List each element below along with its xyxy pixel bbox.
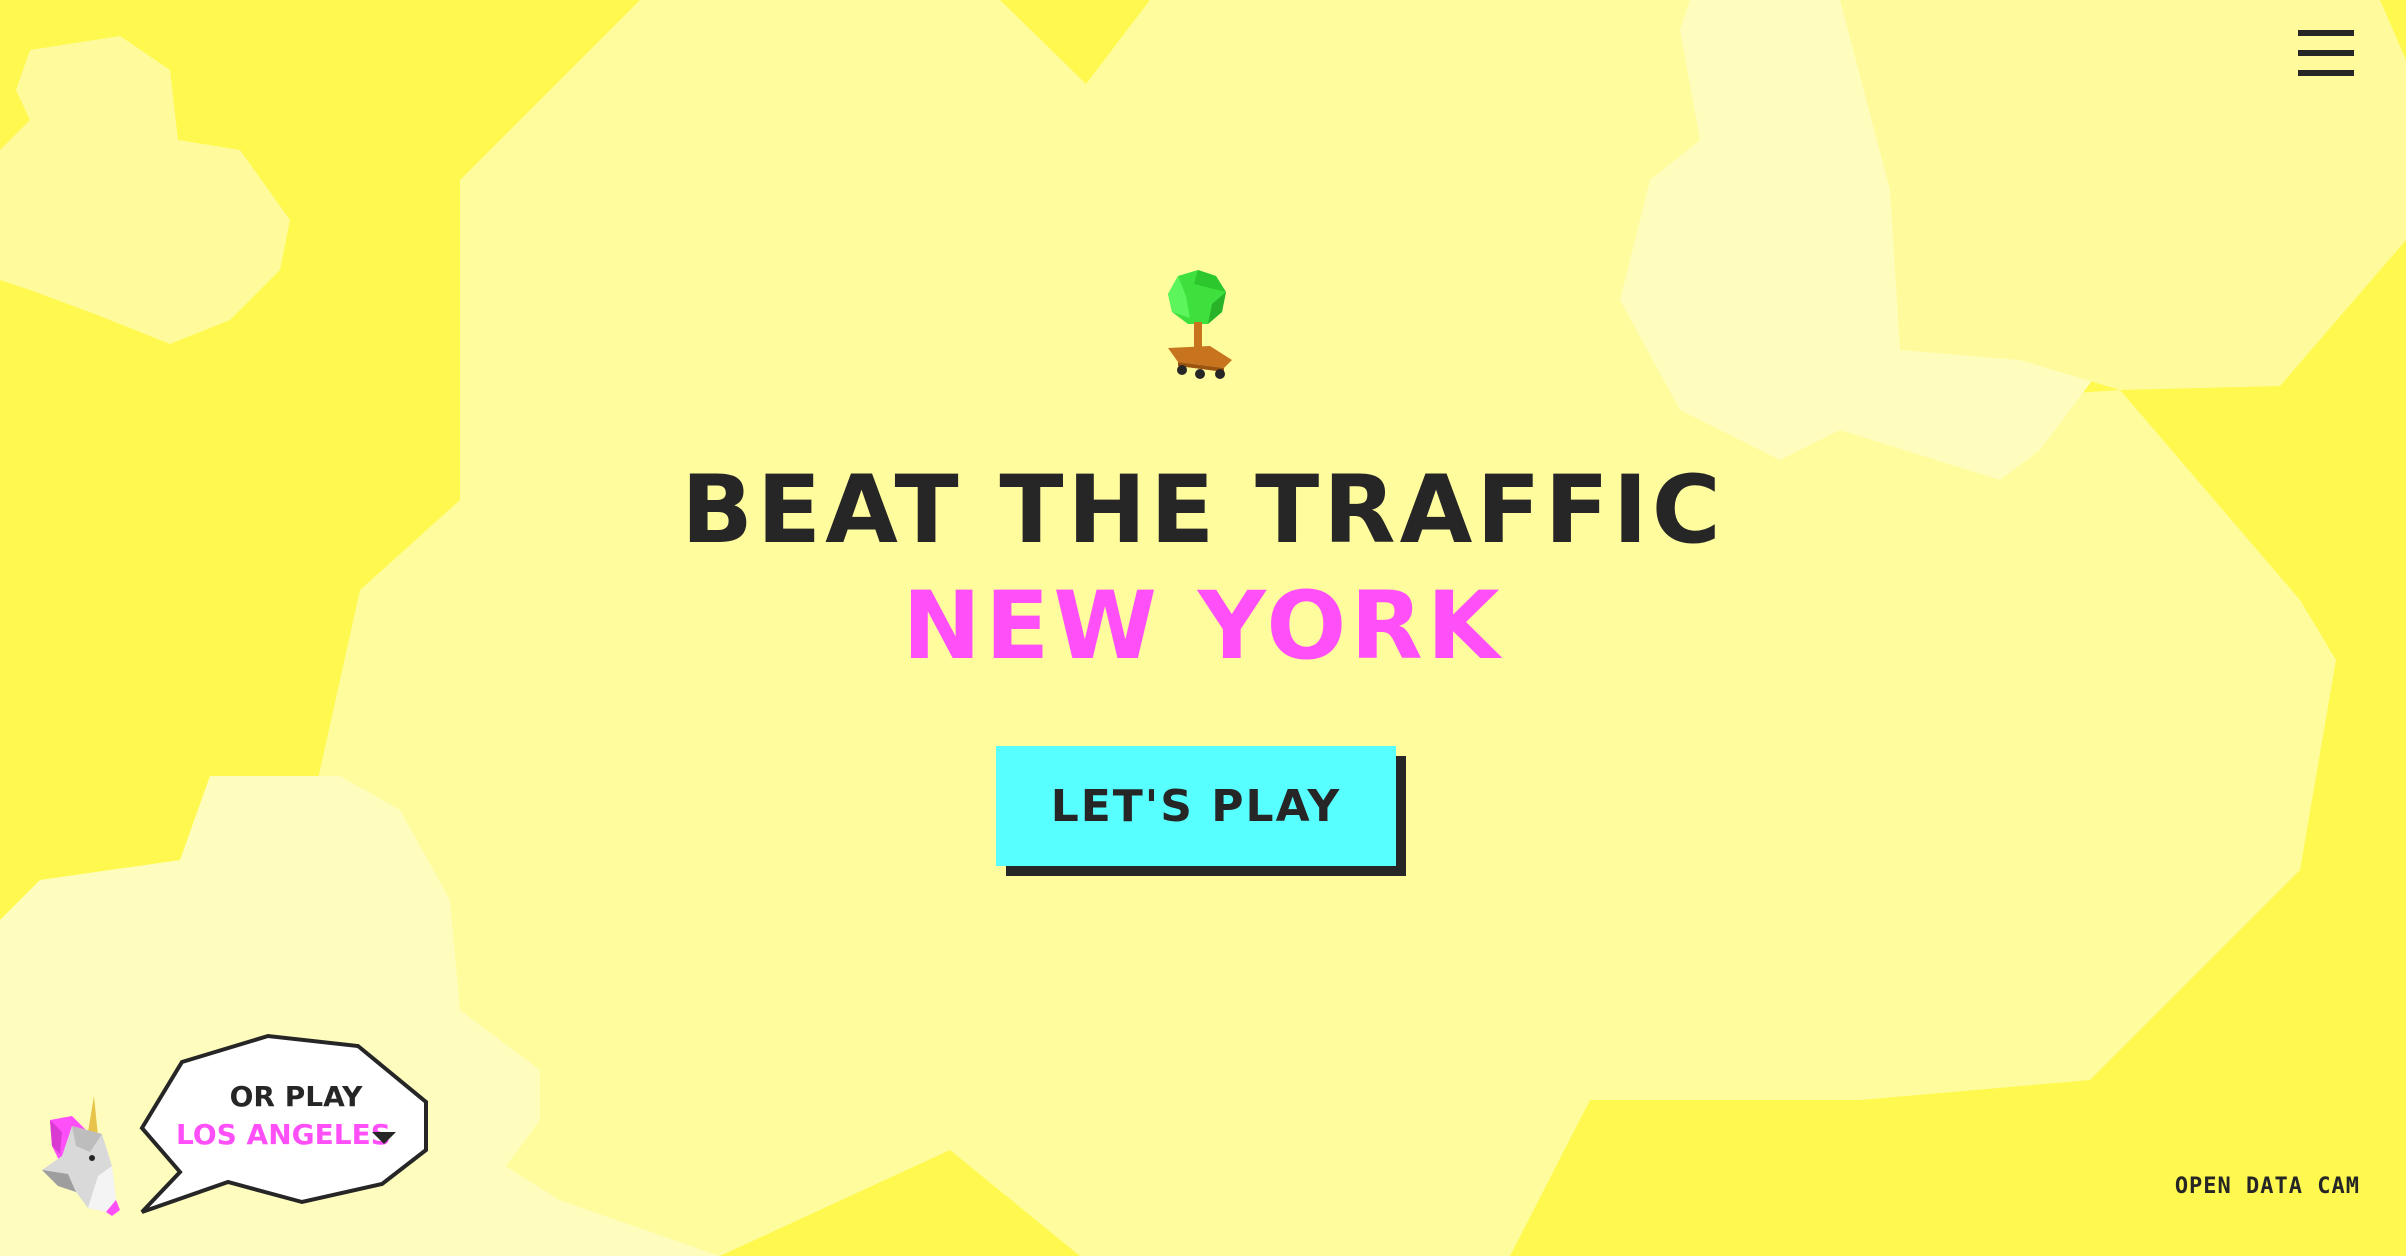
headline: BEAT THE TRAFFIC [681,456,1725,565]
lets-play-button[interactable]: LET'S PLAY [996,746,1396,866]
city-switch-bubble: OR PLAY LOS ANGELES [136,1032,432,1218]
play-button-wrapper: LET'S PLAY [996,746,1406,876]
city-title: NEW YORK [902,572,1504,681]
city-select-dropdown[interactable]: LOS ANGELES [176,1118,416,1158]
hamburger-menu-icon[interactable] [2294,28,2358,80]
caret-down-icon [372,1132,396,1144]
open-data-cam-link[interactable]: OPEN DATA CAM [2160,1174,2360,1199]
or-play-label: OR PLAY [229,1080,363,1113]
unicorn-icon [42,1096,120,1216]
selected-city-label: LOS ANGELES [176,1118,391,1151]
tree-on-skateboard-icon [1168,270,1232,379]
